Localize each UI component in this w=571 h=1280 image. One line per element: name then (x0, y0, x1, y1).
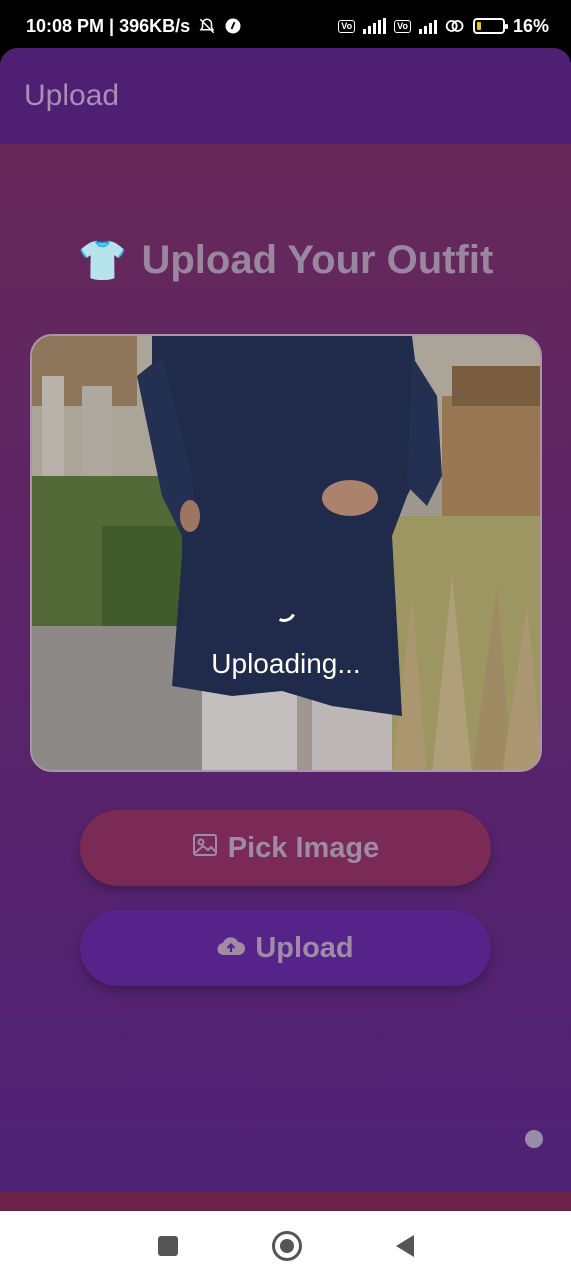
page-heading: 👕 Upload Your Outfit (0, 238, 571, 283)
pick-image-label: Pick Image (227, 831, 380, 864)
image-preview-card: Uploading... (30, 334, 542, 772)
volte-badge-icon: Vo (338, 19, 356, 33)
upload-status-text: Uploading... (211, 648, 361, 679)
image-icon (192, 832, 218, 865)
app-bar-title: Upload (24, 79, 120, 112)
cloud-upload-icon (217, 932, 246, 965)
signal-icon (418, 18, 437, 34)
system-nav-bar (0, 1211, 571, 1280)
back-button-icon[interactable] (395, 1234, 414, 1257)
tshirt-icon: 👕 (77, 238, 128, 283)
bell-off-icon (198, 17, 216, 35)
home-button-icon[interactable] (271, 1230, 302, 1261)
app-notification-icon (224, 17, 242, 35)
pick-image-button[interactable]: Pick Image (80, 810, 491, 886)
battery-icon (472, 18, 508, 34)
upload-button[interactable]: Upload (80, 910, 491, 986)
upload-button-label: Upload (255, 931, 354, 964)
floating-dot-indicator (525, 1130, 543, 1148)
image-overlay (32, 336, 540, 770)
hotspot-icon (445, 17, 465, 35)
battery-percent: 16% (512, 15, 549, 36)
recents-button-icon[interactable] (157, 1235, 178, 1256)
battery-fill (476, 22, 481, 30)
signal-5g-icon (363, 18, 387, 34)
status-bar: 10:08 PM | 396KB/s Vo Vo 16% (0, 0, 571, 52)
status-left: 10:08 PM | 396KB/s (26, 16, 242, 37)
app-bar: Upload (0, 48, 571, 144)
status-time-speed: 10:08 PM | 396KB/s (26, 15, 191, 36)
lte-badge-icon: Vo (394, 19, 411, 33)
page-title: Upload Your Outfit (141, 238, 494, 282)
bottom-navigation-strip (0, 1191, 571, 1211)
status-right: Vo Vo 16% (338, 16, 549, 37)
app-screen: Upload 👕 Upload Your Outfit Uploading...… (0, 48, 571, 1211)
